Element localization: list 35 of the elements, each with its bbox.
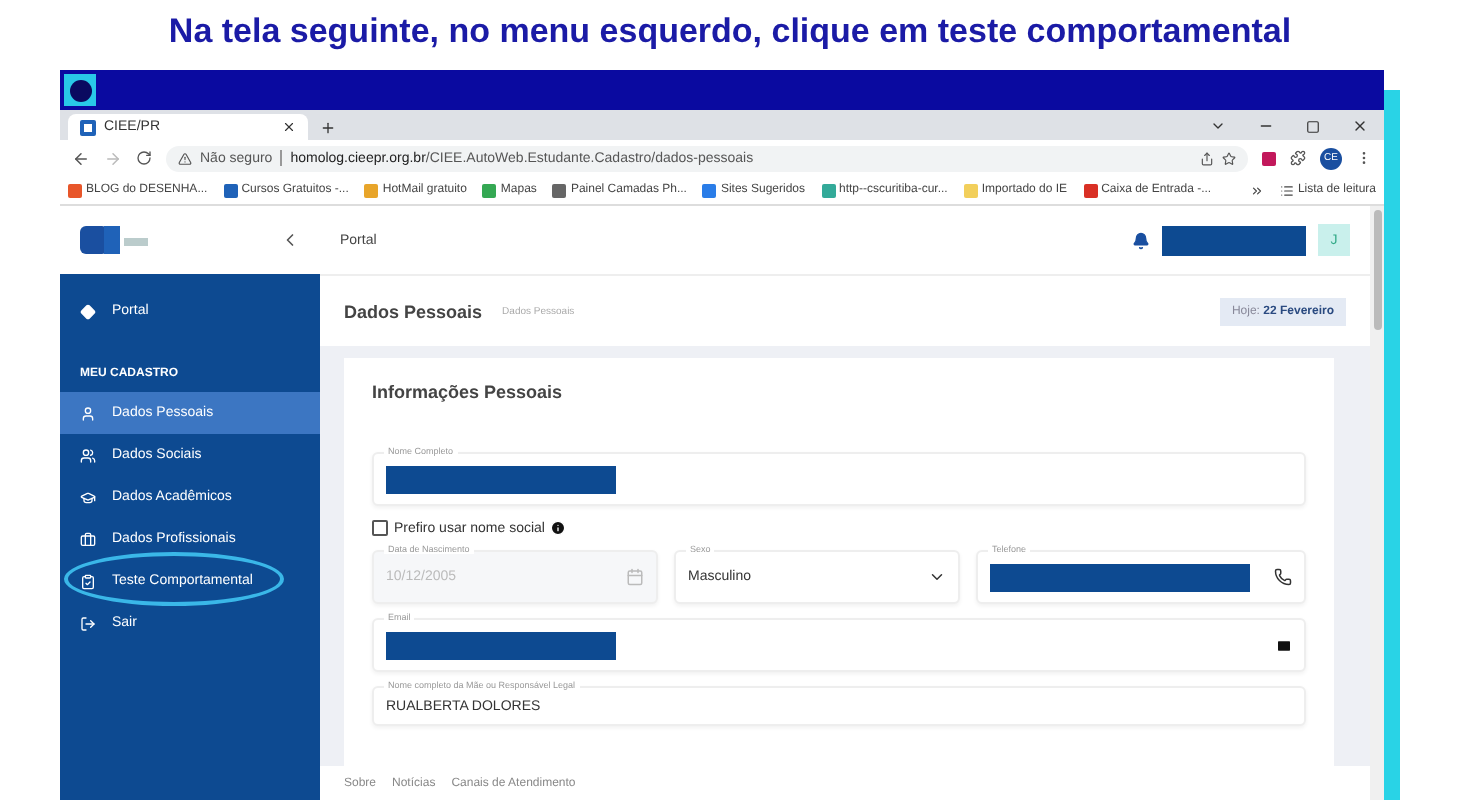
chevron-icon[interactable] (1210, 118, 1226, 134)
close-icon[interactable] (282, 120, 296, 134)
menu-item-icon (80, 615, 96, 631)
extension-icon[interactable] (1262, 151, 1276, 165)
phone-icon (1274, 568, 1292, 586)
menu-item-icon (80, 405, 96, 421)
menu-item-icon (80, 489, 96, 505)
warning-icon (178, 151, 192, 165)
close-icon[interactable] (1352, 118, 1368, 134)
redaction-block (1162, 225, 1306, 255)
share-icon[interactable] (1200, 151, 1214, 165)
more-bookmarks-icon[interactable] (1249, 183, 1264, 197)
menu-item-icon (80, 447, 96, 463)
card-title: Informações Pessoais (372, 382, 565, 402)
caret-icon (928, 568, 946, 586)
menu-item-icon (80, 573, 96, 589)
logo-icon (80, 222, 148, 258)
new-tab-icon[interactable] (320, 120, 336, 136)
page-title: Dados Pessoais (344, 301, 483, 321)
puzzle-icon[interactable] (1290, 150, 1306, 166)
headline: Na tela seguinte, no menu esquerdo, clique em teste comportamental (168, 10, 1292, 54)
app-icon (64, 74, 96, 106)
maximize-icon[interactable] (1306, 120, 1320, 134)
mail-icon (1276, 637, 1292, 653)
checkbox[interactable] (372, 520, 388, 536)
diamond-icon (80, 303, 96, 319)
site-favicon (80, 119, 96, 135)
bell-icon[interactable] (1132, 231, 1150, 249)
list-icon (1279, 183, 1294, 197)
info-icon (550, 520, 567, 536)
date-icon (626, 568, 644, 586)
star-icon[interactable] (1222, 151, 1236, 165)
reload-icon[interactable] (136, 150, 152, 166)
menu-item-icon (80, 531, 96, 547)
back-icon[interactable] (72, 149, 90, 167)
